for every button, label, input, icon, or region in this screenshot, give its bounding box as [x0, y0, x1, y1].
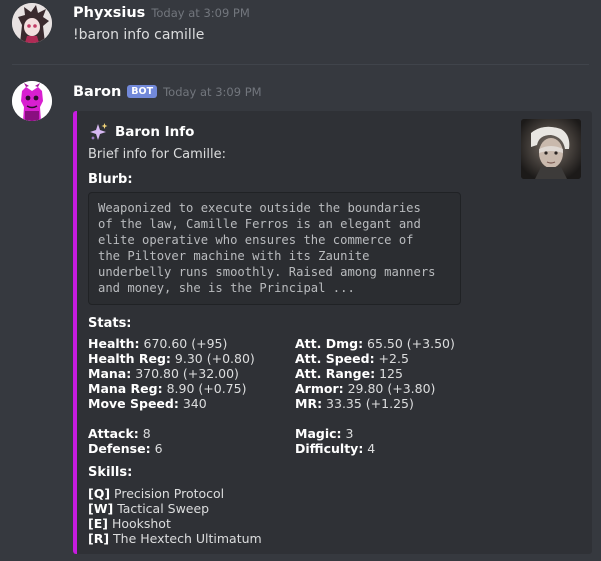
blurb-line: underbelly runs smoothly. Raised among m…: [98, 265, 436, 279]
stat-armor: Armor: 29.80 (+3.80): [295, 381, 435, 396]
stat-label: Magic:: [295, 426, 342, 441]
message-text: !baron info camille: [73, 27, 205, 43]
stat-label: Attack:: [88, 426, 139, 441]
stat-move-speed: Move Speed: 340: [88, 396, 207, 411]
blurb-line: the Piltover machine with its Zaunite: [98, 249, 370, 263]
username-phyxsius[interactable]: Phyxsius Today at 3:09 PM: [73, 5, 250, 21]
stat-value: 3: [341, 426, 354, 441]
blurb-line: of the law, Camille Ferros is an elegant…: [98, 217, 421, 231]
stat-att-speed: Att. Speed: +2.5: [295, 351, 409, 366]
blurb-text: Weaponized to execute outside the bounda…: [98, 200, 436, 296]
skill-w: [W] Tactical Sweep: [88, 501, 209, 516]
avatar-baron[interactable]: [12, 81, 52, 121]
stat-value: +2.5: [374, 351, 409, 366]
stat-label: Att. Dmg:: [295, 336, 364, 351]
stat-value: 65.50 (+3.50): [363, 336, 455, 351]
stat-att-dmg: Att. Dmg: 65.50 (+3.50): [295, 336, 455, 351]
rating-defense: Defense: 6: [88, 441, 163, 456]
stat-health-reg: Health Reg: 9.30 (+0.80): [88, 351, 255, 366]
stat-value: 370.80 (+32.00): [131, 366, 239, 381]
stat-label: MR:: [295, 396, 323, 411]
avatar-phyxsius[interactable]: [12, 3, 52, 43]
skill-e: [E] Hookshot: [88, 516, 171, 531]
rating-attack: Attack: 8: [88, 426, 151, 441]
sparkles-icon: [89, 122, 109, 142]
skill-name: Precision Protocol: [110, 486, 225, 501]
skill-key: [W]: [88, 501, 114, 516]
skill-name: Tactical Sweep: [113, 501, 210, 516]
blurb-title: Blurb:: [88, 172, 133, 187]
stat-mr: MR: 33.35 (+1.25): [295, 396, 414, 411]
stat-att-range: Att. Range: 125: [295, 366, 403, 381]
skills-title: Skills:: [88, 465, 133, 480]
blurb-line: Weaponized to execute outside the bounda…: [98, 201, 421, 215]
stat-label: Armor:: [295, 381, 344, 396]
embed-description: Brief info for Camille:: [88, 147, 227, 162]
stat-value: 6: [150, 441, 163, 456]
blurb-codeblock: Weaponized to execute outside the bounda…: [88, 192, 461, 305]
skill-key: [Q]: [88, 486, 111, 501]
skill-key: [R]: [88, 531, 110, 546]
stat-label: Move Speed:: [88, 396, 179, 411]
stat-value: 33.35 (+1.25): [322, 396, 414, 411]
stat-mana-reg: Mana Reg: 8.90 (+0.75): [88, 381, 246, 396]
stat-value: 29.80 (+3.80): [343, 381, 436, 396]
message-timestamp: Today at 3:09 PM: [163, 85, 262, 99]
skill-name: Hookshot: [107, 516, 171, 531]
stat-label: Health Reg:: [88, 351, 171, 366]
stats-title: Stats:: [88, 316, 132, 331]
embed-author: Baron Info: [89, 122, 194, 142]
stat-value: 8.90 (+0.75): [162, 381, 247, 396]
skill-key: [E]: [88, 516, 108, 531]
stat-mana: Mana: 370.80 (+32.00): [88, 366, 239, 381]
message-timestamp: Today at 3:09 PM: [151, 6, 250, 20]
stat-value: 670.60 (+95): [139, 336, 228, 351]
message-divider: [12, 64, 589, 65]
stat-label: Att. Range:: [295, 366, 376, 381]
stat-label: Defense:: [88, 441, 151, 456]
stat-value: 8: [138, 426, 151, 441]
stat-health: Health: 670.60 (+95): [88, 336, 227, 351]
embed: Baron Info Brief info for Camille: Blurb…: [73, 111, 592, 554]
blurb-line: elite operative who ensures the commerce…: [98, 233, 414, 247]
embed-accent-bar: [73, 111, 77, 554]
embed-author-name: Baron Info: [115, 124, 195, 140]
bot-badge: BOT: [127, 85, 158, 98]
skill-name: The Hextech Ultimatum: [109, 531, 262, 546]
stat-value: 9.30 (+0.80): [170, 351, 255, 366]
embed-thumbnail[interactable]: [521, 119, 581, 179]
stat-value: 125: [375, 366, 403, 381]
rating-difficulty: Difficulty: 4: [295, 441, 375, 456]
username-label[interactable]: Baron: [73, 84, 121, 100]
stat-value: 4: [363, 441, 376, 456]
stat-label: Mana:: [88, 366, 132, 381]
username-baron[interactable]: Baron BOT Today at 3:09 PM: [73, 84, 262, 100]
rating-magic: Magic: 3: [295, 426, 353, 441]
stat-label: Att. Speed:: [295, 351, 375, 366]
skill-q: [Q] Precision Protocol: [88, 486, 224, 501]
stat-label: Health:: [88, 336, 140, 351]
stat-label: Mana Reg:: [88, 381, 163, 396]
message-phyxsius: Phyxsius Today at 3:09 PM !baron info cam…: [0, 0, 601, 60]
blurb-line: and money, she is the Principal ...: [98, 281, 355, 295]
username-label[interactable]: Phyxsius: [73, 5, 145, 21]
stat-value: 340: [178, 396, 207, 411]
skill-r: [R] The Hextech Ultimatum: [88, 531, 262, 546]
stat-label: Difficulty:: [295, 441, 364, 456]
